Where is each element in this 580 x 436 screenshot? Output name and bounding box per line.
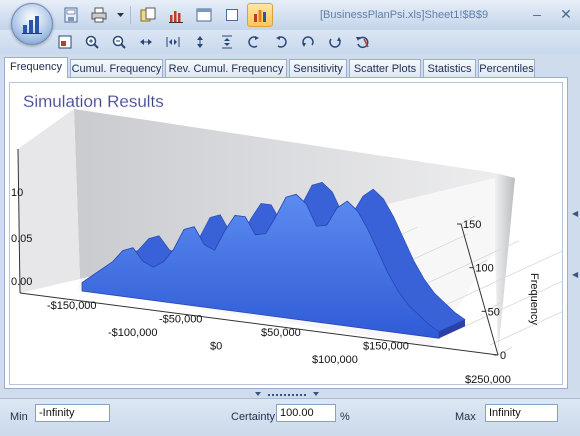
- certainty-bar: Min Certainty % Max: [0, 398, 580, 436]
- splitter[interactable]: [0, 390, 580, 398]
- panel-arrow-icon[interactable]: ◀: [572, 209, 578, 218]
- left-tick-2: 10: [11, 187, 23, 199]
- tab-label: Rev. Cumul. Frequency: [168, 63, 284, 75]
- y-tick-label: 0: [500, 350, 506, 362]
- fit-height-icon[interactable]: [188, 32, 212, 52]
- frequency-chart[interactable]: Simulation Results 0 50 100 150 0.00 0.05 1…: [10, 83, 580, 386]
- y-tick-label: 50: [488, 306, 500, 318]
- bar-chart-icon[interactable]: [163, 3, 189, 27]
- tab-label: Frequency: [10, 61, 62, 73]
- toolbar-separator: [130, 6, 131, 24]
- tab-statistics[interactable]: Statistics: [423, 59, 476, 77]
- close-icon[interactable]: ✕: [557, 6, 575, 23]
- min-label: Min: [10, 411, 28, 423]
- print-icon[interactable]: [86, 3, 112, 27]
- copy-icon[interactable]: [135, 3, 161, 27]
- tab-percentiles[interactable]: Percentiles: [478, 59, 535, 77]
- certainty-label: Certainty: [231, 411, 276, 423]
- minimize-icon[interactable]: –: [528, 6, 546, 22]
- x-tick-label: -$50,000: [159, 314, 202, 326]
- rotate-left-icon[interactable]: [242, 32, 266, 52]
- tab-label: Percentiles: [479, 63, 534, 75]
- rotate-down-icon[interactable]: [323, 32, 347, 52]
- x-tick-label: $250,000: [465, 374, 511, 384]
- max-input[interactable]: [485, 404, 558, 422]
- chart-area: Simulation Results 0 50 100 150 0.00 0.05 1…: [9, 82, 580, 386]
- x-tick-label: -$150,000: [47, 300, 97, 312]
- window-title: [BusinessPlanPsi.xls]Sheet1!$B$9: [320, 9, 489, 21]
- left-tick-0: 0.00: [11, 276, 32, 288]
- chart-tabs: Frequency Cumul. Frequency Rev. Cumul. F…: [4, 57, 576, 78]
- max-label: Max: [455, 411, 476, 423]
- rotate-right-icon[interactable]: [269, 32, 293, 52]
- dropdown-arrow-icon[interactable]: [114, 3, 126, 27]
- chart-selected-icon[interactable]: [247, 3, 273, 27]
- chart-toolbar: [0, 30, 580, 54]
- min-input[interactable]: [35, 404, 110, 422]
- tab-label: Statistics: [427, 63, 472, 75]
- left-wall: [18, 109, 80, 293]
- save-icon[interactable]: [58, 3, 84, 27]
- tab-sensitivity[interactable]: Sensitivity: [289, 59, 347, 77]
- tab-frequency[interactable]: Frequency: [4, 57, 68, 78]
- certainty-unit: %: [340, 411, 350, 423]
- x-tick-label: -$100,000: [108, 327, 158, 339]
- window-icon[interactable]: [191, 3, 217, 27]
- fit-width-icon[interactable]: [134, 32, 158, 52]
- rotate-up-icon[interactable]: [296, 32, 320, 52]
- y-tick-label: 100: [475, 263, 493, 275]
- tab-scatter-plots[interactable]: Scatter Plots: [349, 59, 421, 77]
- panel-arrow-icon[interactable]: ◀: [572, 270, 578, 279]
- reset-view-icon[interactable]: [350, 32, 374, 52]
- x-tick-label: $50,000: [261, 327, 301, 339]
- blank-window-icon[interactable]: [219, 3, 245, 27]
- zoom-out-icon[interactable]: [107, 32, 131, 52]
- left-tick-1: 0.05: [11, 233, 32, 245]
- zoom-in-icon[interactable]: [80, 32, 104, 52]
- tab-label: Scatter Plots: [353, 63, 417, 75]
- x-tick-label: $150,000: [363, 341, 409, 353]
- quick-access-toolbar: [58, 3, 273, 27]
- y-tick-label: 150: [463, 219, 481, 231]
- x-tick-label: $100,000: [312, 354, 358, 366]
- x-tick-label: $0: [210, 340, 222, 352]
- expand-width-icon[interactable]: [161, 32, 185, 52]
- expand-height-icon[interactable]: [215, 32, 239, 52]
- tab-rev-cumul-frequency[interactable]: Rev. Cumul. Frequency: [165, 59, 287, 77]
- right-wall: [495, 173, 515, 355]
- tab-label: Sensitivity: [293, 63, 343, 75]
- certainty-input[interactable]: [276, 404, 336, 422]
- chart-title: Simulation Results: [23, 92, 164, 111]
- y-axis-title: Frequency: [528, 273, 540, 325]
- title-bar: [BusinessPlanPsi.xls]Sheet1!$B$9 – ✕: [0, 0, 580, 45]
- tab-cumul-frequency[interactable]: Cumul. Frequency: [70, 59, 163, 77]
- image-icon[interactable]: [53, 32, 77, 52]
- app-chart-icon: [22, 16, 42, 34]
- app-menu-button[interactable]: [11, 3, 53, 45]
- tab-label: Cumul. Frequency: [71, 63, 162, 75]
